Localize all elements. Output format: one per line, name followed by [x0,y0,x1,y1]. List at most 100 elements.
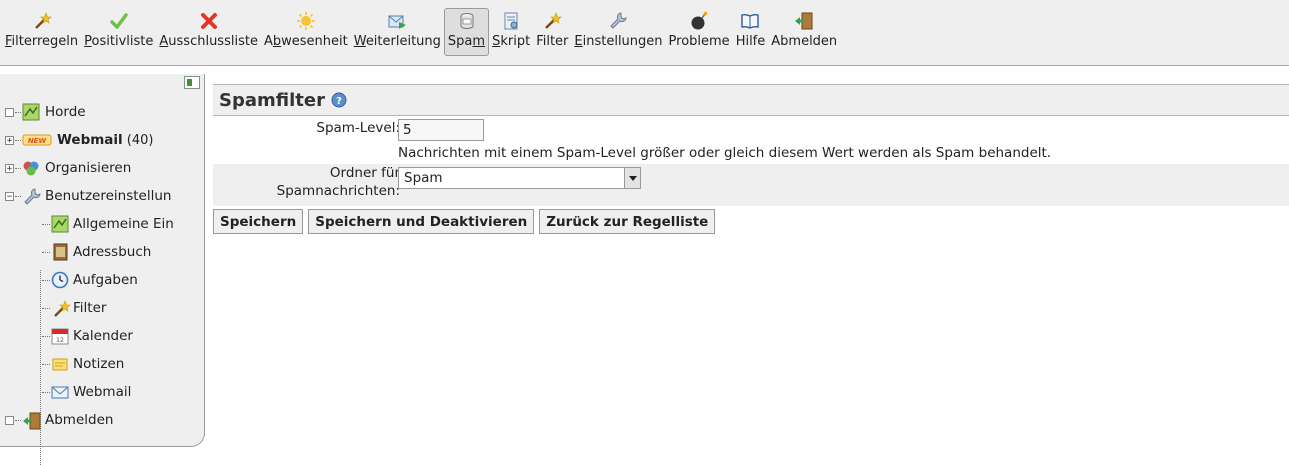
toolbar-label: Abwesenheit [263,34,348,49]
help-icon[interactable]: ? [331,92,347,108]
svg-text:?: ? [336,96,342,107]
spam-level-input[interactable]: 5 [398,119,484,141]
tree-connector [15,167,21,169]
toolbar-label: Positivliste [84,34,154,49]
toolbar-button-weiterleitung[interactable]: Weiterleitung [351,8,444,56]
tree-connector [42,363,50,365]
toolbar-items: Filterregeln Positivliste Ausschlussliste A… [2,8,840,56]
sidebar-item-aufgaben[interactable]: Aufgaben [5,266,174,294]
toolbar-button-spam[interactable]: Spam [443,8,490,56]
back-to-rules-button[interactable]: Zurück zur Regelliste [539,209,716,234]
toolbar-button-ausschlussliste[interactable]: Ausschlussliste [156,8,261,56]
sidebar-item-label: Filter [73,300,107,316]
sidebar-item-adressbuch[interactable]: Adressbuch [5,238,174,266]
tree-connector [15,195,21,197]
toolbar-button-skript[interactable]: Skript [489,8,533,56]
wrench-icon [22,187,41,205]
toolbar-button-filter[interactable]: Filter [533,8,571,56]
horde-map-icon [22,103,40,121]
tree-connector [42,251,50,253]
toolbar-label: Weiterleitung [353,34,441,49]
action-buttons: Speichern Speichern und Deaktivieren Zur… [213,209,716,234]
sidebar-item-label: Organisieren [45,160,132,176]
clock-icon [51,271,69,289]
toolbar-button-abwesenheit[interactable]: Abwesenheit [261,8,351,56]
sidebar-item-abmelden[interactable]: Abmelden [5,406,174,434]
toolbar-label: Spam [447,34,486,49]
chevron-down-icon[interactable] [624,168,640,188]
sidebar-item-notizen[interactable]: Notizen [5,350,174,378]
expand-icon[interactable]: + [5,135,14,145]
sidebar-item-label: Allgemeine Ein [73,216,174,232]
toolbar-label: Filterregeln [5,34,79,49]
organize-icon [22,159,40,177]
sidebar-item-webmail[interactable]: + NEW Webmail (40) [5,126,174,154]
sidebar-item-filter[interactable]: Filter [5,294,174,322]
horde-map-icon [51,215,69,233]
sidebar-item-label: Benutzereinstellun [45,188,172,204]
mail-icon [51,383,69,401]
sidebar: Horde + NEW Webmail (40) + Organisieren − Benut… [0,74,205,465]
wand-icon [541,10,563,32]
bomb-icon [688,10,710,32]
tree-connector [42,307,50,309]
tree-connector [42,391,50,393]
toolbar-button-filterregeln[interactable]: Filterregeln [2,8,81,56]
spam-folder-select[interactable]: Spam [398,167,641,189]
logout-door-icon [22,411,41,430]
toolbar-label: Abmelden [771,34,838,49]
sidebar-item-label: Adressbuch [73,244,152,260]
sidebar-item-label: Aufgaben [73,272,138,288]
toolbar-label: Probleme [668,34,730,49]
tree-connector [42,335,50,337]
toolbar-label: Ausschlussliste [159,34,258,49]
tree-connector [15,419,21,421]
navigation-tree: Horde + NEW Webmail (40) + Organisieren − Benut… [5,98,174,434]
x-icon [198,10,220,32]
tree-connector [42,279,50,281]
notes-icon [51,355,69,373]
addressbook-icon [51,243,69,261]
toolbar-button-positivliste[interactable]: Positivliste [81,8,156,56]
svg-text:12: 12 [56,337,64,344]
save-button[interactable]: Speichern [213,209,304,234]
sidebar-item-horde[interactable]: Horde [5,98,174,126]
expand-icon[interactable]: + [5,163,14,173]
sidebar-item-benutzereinstellun[interactable]: − Benutzereinstellun [5,182,174,210]
spam-can-icon [456,10,478,32]
sidebar-item-label: Horde [45,104,86,120]
spam-folder-row: Ordner für Spamnachrichten: Spam [213,164,1289,206]
calendar-icon: 12 [51,327,69,345]
spam-level-label: Spam-Level: [316,120,400,136]
spam-folder-selected-value: Spam [404,170,443,186]
toolbar-label: Einstellungen [574,34,663,49]
wrench-icon [607,10,629,32]
sun-icon [295,10,317,32]
toolbar-button-abmelden[interactable]: Abmelden [768,8,840,56]
toolbar-button-probleme[interactable]: Probleme [666,8,733,56]
svg-text:NEW: NEW [28,137,47,145]
sidebar-item-webmail[interactable]: Webmail [5,378,174,406]
tree-connector [15,111,21,113]
sidebar-item-kalender[interactable]: 12 Kalender [5,322,174,350]
tree-connector [15,139,21,141]
save-and-deactivate-button[interactable]: Speichern und Deaktivieren [308,209,535,234]
sidebar-item-organisieren[interactable]: + Organisieren [5,154,174,182]
sidebar-item-label: Webmail [57,132,123,148]
toolbar: Filterregeln Positivliste Ausschlussliste A… [0,0,1289,66]
toolbar-label: Hilfe [735,34,766,49]
tree-connector [42,223,50,225]
wand-icon [31,10,53,32]
page-title: Spamfilter [219,89,325,111]
checkmark-icon [108,10,130,32]
sidebar-item-allgemeine-ein[interactable]: Allgemeine Ein [5,210,174,238]
toolbar-button-einstellungen[interactable]: Einstellungen [571,8,665,56]
sidebar-item-label: Notizen [73,356,125,372]
book-icon [739,10,761,32]
tree-leaf-icon [5,415,14,425]
toolbar-button-hilfe[interactable]: Hilfe [733,8,769,56]
collapse-icon[interactable]: − [5,191,14,201]
collapse-sidebar-button[interactable] [184,76,200,89]
wand-icon [51,299,71,317]
toolbar-label: Filter [536,34,569,49]
